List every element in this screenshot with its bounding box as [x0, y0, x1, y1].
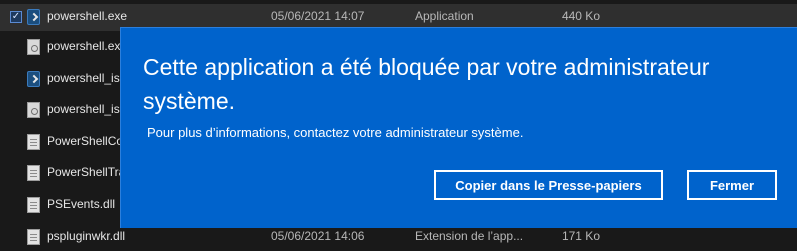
file-name: pspluginwkr.dll — [47, 229, 126, 243]
copy-to-clipboard-button[interactable]: Copier dans le Presse-papiers — [434, 170, 663, 200]
file-size: 440 Ko — [561, 9, 600, 23]
document-icon — [27, 229, 40, 245]
dialog-message: Pour plus d’informations, contactez votr… — [147, 125, 524, 140]
file-date: 05/06/2021 14:06 — [271, 229, 365, 243]
config-file-icon — [27, 39, 40, 55]
file-date: 05/06/2021 14:07 — [271, 9, 365, 23]
file-size: 171 Ko — [561, 229, 600, 243]
blocked-app-dialog: Cette application a été bloquée par votr… — [120, 27, 797, 228]
file-type: Extension de l’app... — [415, 229, 524, 243]
file-name: powershell.exe — [47, 9, 128, 23]
file-name: PSEvents.dll — [47, 197, 116, 211]
dialog-title: Cette application a été bloquée par votr… — [143, 54, 710, 114]
config-file-icon — [27, 102, 40, 118]
checkbox-checked-icon[interactable]: ✓ — [10, 11, 22, 23]
powershell-icon — [27, 9, 40, 25]
close-button[interactable]: Fermer — [687, 170, 777, 200]
document-icon — [27, 134, 40, 150]
document-icon — [27, 165, 40, 181]
powershell-ise-icon — [27, 71, 40, 87]
document-icon — [27, 197, 40, 213]
file-type: Application — [415, 9, 474, 23]
